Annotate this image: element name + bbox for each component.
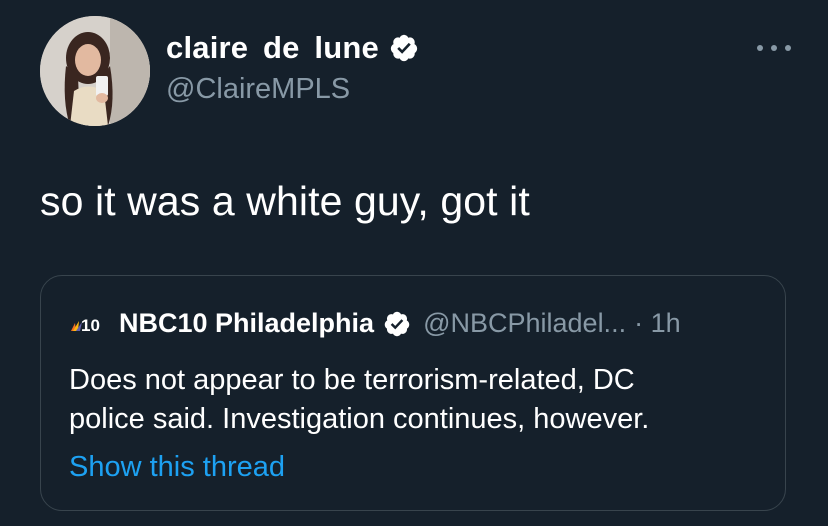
verified-badge-icon: [390, 34, 418, 62]
quoted-tweet[interactable]: 10 NBC10 Philadelphia @NBCPhiladel... · …: [40, 275, 786, 511]
more-horizontal-icon: [757, 45, 763, 51]
quoted-author-name[interactable]: NBC10 Philadelphia: [119, 308, 374, 339]
tweet-text: so it was a white guy, got it: [40, 178, 530, 224]
show-thread-link[interactable]: Show this thread: [69, 451, 285, 484]
quoted-timestamp[interactable]: · 1h: [634, 308, 681, 339]
more-horizontal-icon: [785, 45, 791, 51]
nbc-peacock-logo-icon: 10: [71, 316, 100, 335]
avatar[interactable]: [40, 16, 150, 126]
quoted-tweet-text: Does not appear to be terrorism-related,…: [69, 361, 759, 439]
verified-badge-icon: [384, 311, 410, 336]
author-handle[interactable]: @ClaireMPLS: [166, 73, 350, 106]
quoted-text-line: Does not appear to be terrorism-related,…: [69, 364, 635, 396]
author-row: claire de lune: [166, 30, 419, 66]
quoted-text-line: police said. Investigation continues, ho…: [69, 403, 650, 435]
author-name[interactable]: claire de lune: [166, 30, 379, 66]
quoted-tweet-header: 10 NBC10 Philadelphia @NBCPhiladel... · …: [67, 308, 681, 339]
more-horizontal-icon: [771, 45, 777, 51]
quoted-author-handle[interactable]: @NBCPhiladel...: [423, 308, 626, 339]
avatar-image: [40, 16, 150, 126]
quoted-logo-text: 10: [81, 316, 100, 335]
more-options-button[interactable]: [757, 38, 791, 58]
